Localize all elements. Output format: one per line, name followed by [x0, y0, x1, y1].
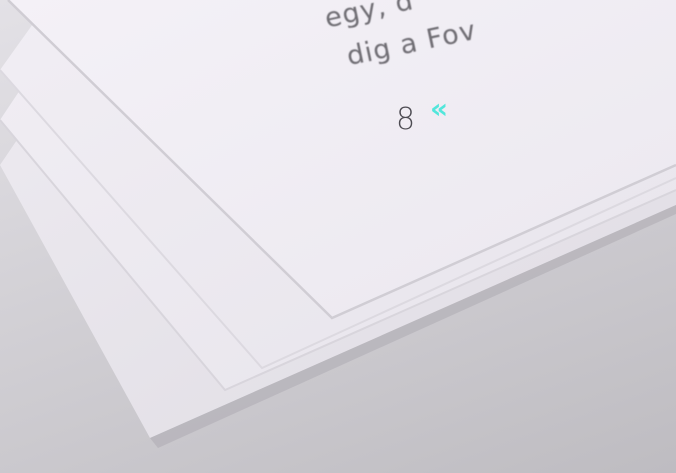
page-number: 8 [396, 102, 416, 137]
photo-scene: egy, d dig a Fov 8 « [0, 0, 676, 473]
double-chevron-left-icon: « [430, 92, 449, 125]
paper-stack [0, 0, 676, 448]
